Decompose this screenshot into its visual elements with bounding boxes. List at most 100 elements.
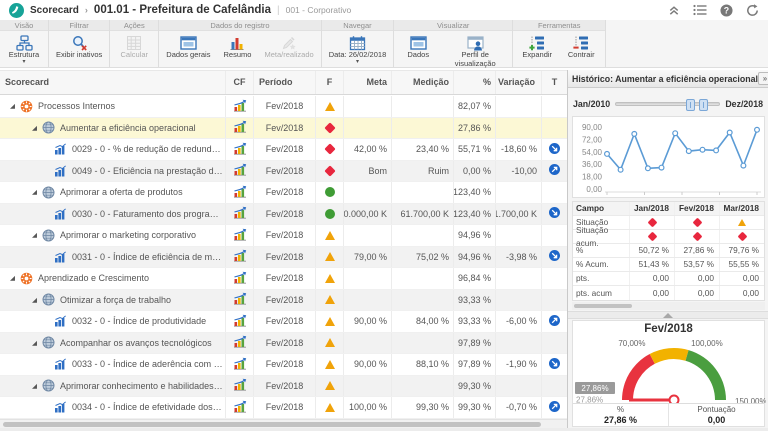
scrollbar-thumb[interactable] <box>3 422 541 427</box>
tree-expander-icon[interactable]: ◢ <box>30 339 39 347</box>
history-row-acum: % Acum. 51,43 %53,57 %55,55 % <box>573 258 764 272</box>
history-value-cell: 27,86 % <box>674 244 719 257</box>
tree-expander-icon[interactable]: ◢ <box>30 382 39 390</box>
scorecard-row-indicator[interactable]: 0030 - 0 - Faturamento dos programas de … <box>0 204 567 226</box>
column-header-t[interactable]: T <box>541 71 567 94</box>
meta-cell <box>343 225 391 246</box>
ribbon-button-estrutura[interactable]: Estrutura ▾ <box>3 32 45 67</box>
trend-down-icon[interactable] <box>549 250 560 263</box>
ribbon-button-data-26-02-2018[interactable]: Data: 26/02/2018 ▾ <box>325 32 391 67</box>
ribbon-button-expandir[interactable]: Expandir <box>516 32 558 67</box>
scorecard-row-objective[interactable]: ◢ Aumentar a eficiência operacional Fev/… <box>0 118 567 140</box>
panel-splitter[interactable] <box>568 311 768 319</box>
tree-expander-icon[interactable]: ◢ <box>8 102 17 110</box>
trend-up-icon[interactable] <box>549 164 560 177</box>
svg-text:100,00%: 100,00% <box>691 339 723 348</box>
scorecard-row-objective[interactable]: ◢ Aprimorar conhecimento e habilidades n… <box>0 376 567 398</box>
column-header-f[interactable]: F <box>315 71 343 94</box>
page-subtitle: 001 - Corporativo <box>286 5 352 15</box>
column-header-cf[interactable]: CF <box>225 71 253 94</box>
horizontal-scrollbar[interactable] <box>0 419 567 428</box>
column-header-meta[interactable]: Meta <box>343 71 391 94</box>
cf-chart-icon[interactable] <box>233 120 247 135</box>
column-header-varia-o[interactable]: Variação <box>495 71 541 94</box>
slider-handle[interactable] <box>686 99 695 111</box>
scorecard-row-perspective[interactable]: ◢ Aprendizado e Crescimento Fev/2018 96,… <box>0 268 567 290</box>
tree-expander-icon[interactable]: ◢ <box>30 188 39 196</box>
trend-up-icon[interactable] <box>549 401 560 414</box>
cf-chart-icon[interactable] <box>233 142 247 157</box>
red-diamond-icon <box>324 165 335 176</box>
cf-chart-icon[interactable] <box>233 314 247 329</box>
trend-down-icon[interactable] <box>549 207 560 220</box>
cf-chart-icon[interactable] <box>233 357 247 372</box>
scrollbar-thumb[interactable] <box>574 304 632 308</box>
history-line-chart: 90,0072,0054,0036,0018,000,00 <box>572 116 765 198</box>
tree-expander-icon[interactable]: ◢ <box>30 124 39 132</box>
cf-chart-icon[interactable] <box>233 271 247 286</box>
history-value-cell: 0,00 <box>674 286 719 300</box>
scorecard-row-indicator[interactable]: 0029 - 0 - % de redução de redundâncias … <box>0 139 567 161</box>
tree-expander-icon[interactable]: ◢ <box>30 296 39 304</box>
scorecard-row-objective[interactable]: ◢ Otimizar a força de trabalho Fev/2018 … <box>0 290 567 312</box>
cf-chart-icon[interactable] <box>233 335 247 350</box>
scorecard-row-objective[interactable]: ◢ Aprimorar a oferta de produtos Fev/201… <box>0 182 567 204</box>
scorecard-row-objective[interactable]: ◢ Acompanhar os avanços tecnológicos Fev… <box>0 333 567 355</box>
column-header-per-odo[interactable]: Período <box>253 71 315 94</box>
scorecard-row-indicator[interactable]: 0032 - 0 - Índice de produtividade Fev/2… <box>0 311 567 333</box>
ribbon-button-perfil-de-visualiza-o[interactable]: Perfil de visualização <box>441 32 509 68</box>
refresh-icon[interactable] <box>746 4 759 17</box>
indicator-icon <box>54 251 67 263</box>
help-icon[interactable]: ? <box>720 4 733 17</box>
window-icon <box>410 34 427 51</box>
period-cell: Fev/2018 <box>253 397 315 418</box>
cf-chart-icon[interactable] <box>233 228 247 243</box>
column-header-[interactable]: % <box>453 71 495 94</box>
tree-expander-icon[interactable]: ◢ <box>30 231 39 239</box>
svg-text:18,00: 18,00 <box>582 173 603 182</box>
svg-text:72,00: 72,00 <box>582 135 603 144</box>
cf-chart-icon[interactable] <box>233 99 247 114</box>
collapse-ribbon-icon[interactable] <box>668 4 680 16</box>
slider-track[interactable] <box>615 102 720 106</box>
trend-down-icon[interactable] <box>549 358 560 371</box>
ribbon-button-dados[interactable]: Dados <box>397 32 439 68</box>
ribbon-button-exibir-inativos[interactable]: Exibir inativos <box>52 32 106 67</box>
cf-chart-icon[interactable] <box>233 378 247 393</box>
list-menu-icon[interactable] <box>693 4 707 16</box>
ribbon-button-dados-gerais[interactable]: Dados gerais <box>162 32 214 67</box>
trend-down-icon[interactable] <box>549 143 560 156</box>
cf-chart-icon[interactable] <box>233 185 247 200</box>
ribbon-button-resumo[interactable]: Resumo <box>216 32 258 67</box>
cf-chart-icon[interactable] <box>233 206 247 221</box>
slider-handle[interactable] <box>699 99 708 111</box>
scorecard-row-indicator[interactable]: 0034 - 0 - Índice de efetividade dos tre… <box>0 397 567 419</box>
period-cell: Fev/2018 <box>253 225 315 246</box>
scorecard-row-indicator[interactable]: 0031 - 0 - Índice de eficiência de marke… <box>0 247 567 269</box>
period-cell: Fev/2018 <box>253 161 315 182</box>
variacao-cell <box>495 96 541 117</box>
red-diamond-icon <box>324 144 335 155</box>
scorecard-row-perspective[interactable]: ◢ Processos Internos Fev/2018 82,07 % <box>0 96 567 118</box>
cf-chart-icon[interactable] <box>233 249 247 264</box>
scorecard-row-indicator[interactable]: 0049 - 0 - Eficiência na prestação de se… <box>0 161 567 183</box>
row-label: Acompanhar os avanços tecnológicos <box>60 338 212 348</box>
history-row-: % 50,72 %27,86 %79,76 % <box>573 244 764 258</box>
expand-panel-button[interactable]: » <box>758 72 768 85</box>
trend-up-icon[interactable] <box>549 315 560 328</box>
svg-text:27,86%: 27,86% <box>576 396 603 404</box>
scorecard-row-indicator[interactable]: 0033 - 0 - Índice de aderência com a tec… <box>0 354 567 376</box>
search-x-icon <box>71 34 88 51</box>
column-header-medi-o[interactable]: Medição <box>391 71 453 94</box>
history-table-scrollbar[interactable] <box>572 302 765 310</box>
cf-chart-icon[interactable] <box>233 400 247 415</box>
scorecard-row-objective[interactable]: ◢ Aprimorar o marketing corporativo Fev/… <box>0 225 567 247</box>
ribbon-button-contrair[interactable]: Contrair <box>560 32 602 67</box>
tree-expander-icon[interactable]: ◢ <box>8 274 17 282</box>
period-cell: Fev/2018 <box>253 118 315 139</box>
history-value-cell: 0,00 <box>629 286 674 300</box>
cf-chart-icon[interactable] <box>233 163 247 178</box>
cf-chart-icon[interactable] <box>233 292 247 307</box>
column-header-scorecard[interactable]: Scorecard <box>0 71 225 94</box>
history-col-mar-2018: Mar/2018 <box>719 202 764 215</box>
